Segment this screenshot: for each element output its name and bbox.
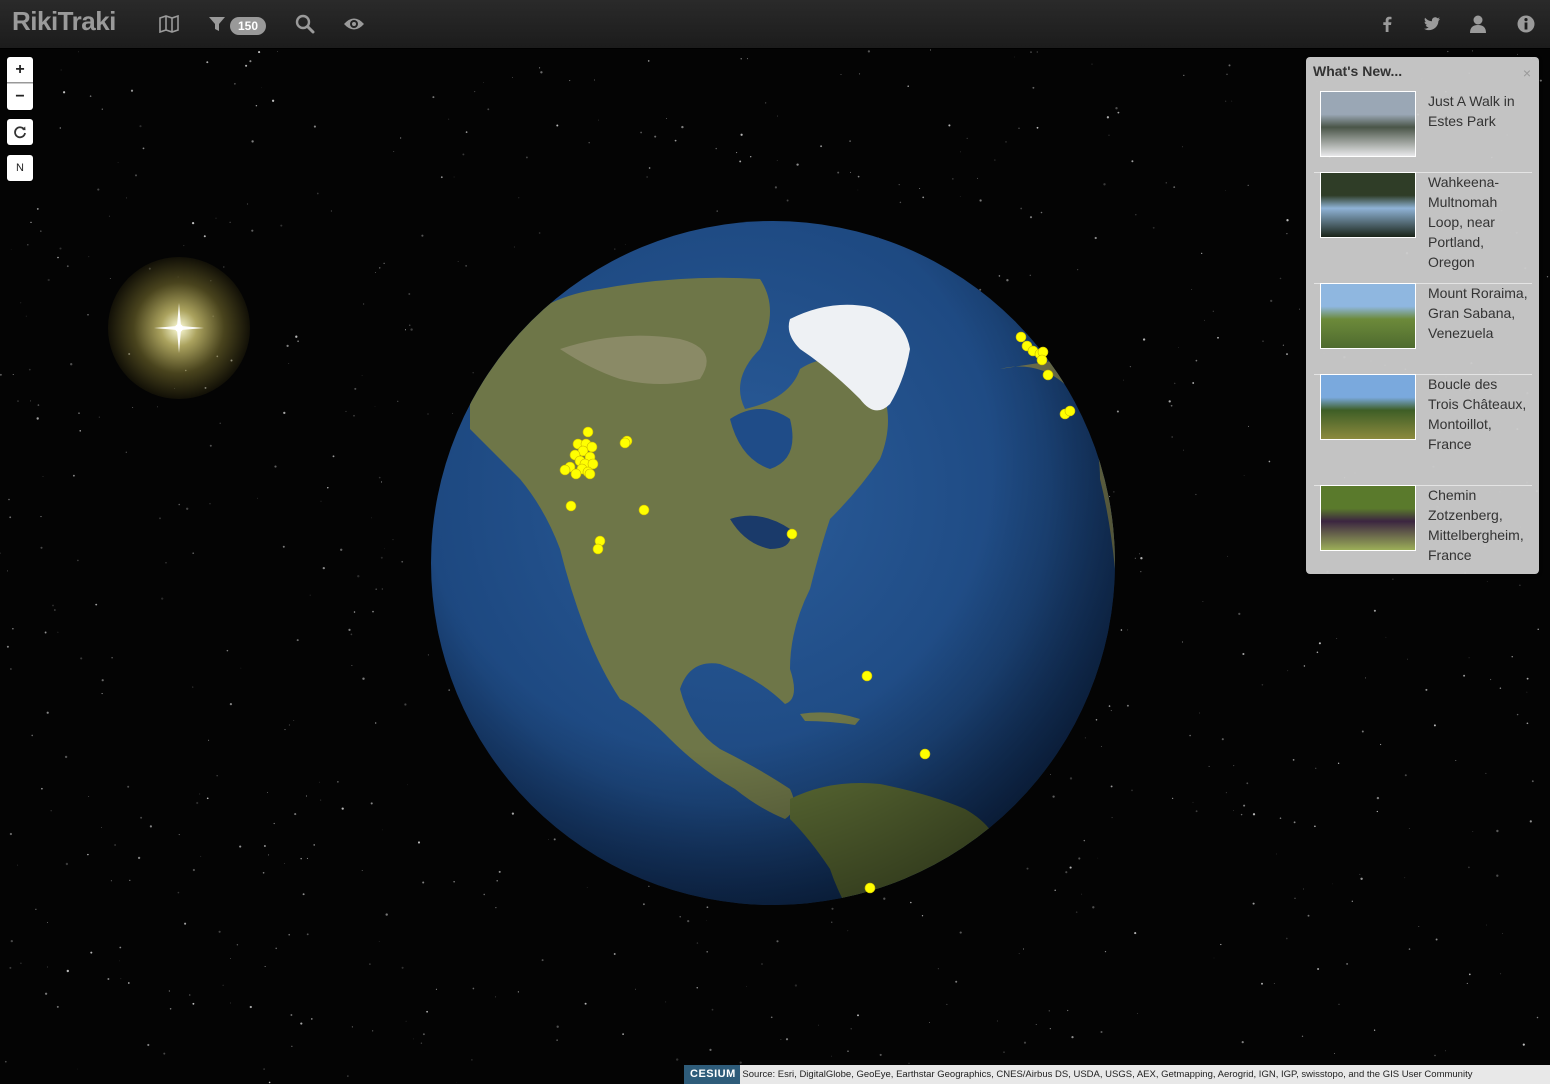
trail-title-link[interactable]: Wahkeena-Multnomah Loop, near Portland, … xyxy=(1428,172,1528,272)
trail-marker[interactable] xyxy=(786,528,798,540)
trail-marker[interactable] xyxy=(1015,331,1027,343)
refresh-icon xyxy=(14,126,26,139)
close-icon[interactable]: × xyxy=(1523,65,1531,81)
trail-thumbnail[interactable] xyxy=(1320,283,1416,349)
attribution-text: Source: Esri, DigitalGlobe, GeoEye, Eart… xyxy=(742,1069,1473,1080)
trail-marker[interactable] xyxy=(570,468,582,480)
zoom-out-button[interactable]: − xyxy=(7,83,33,110)
user-icon[interactable] xyxy=(1466,12,1490,36)
filter-count-badge: 150 xyxy=(230,17,267,35)
facebook-icon[interactable] xyxy=(1375,12,1399,36)
trail-marker[interactable] xyxy=(1042,369,1054,381)
trail-marker[interactable] xyxy=(919,748,931,760)
trail-marker[interactable] xyxy=(619,437,631,449)
trail-marker[interactable] xyxy=(559,464,571,476)
map-attribution: CESIUM Source: Esri, DigitalGlobe, GeoEy… xyxy=(684,1065,1550,1084)
trail-thumbnail[interactable] xyxy=(1320,91,1416,157)
whats-new-item[interactable]: Mount Roraima, Gran Sabana, Venezuela xyxy=(1314,283,1532,375)
trail-title-link[interactable]: Mount Roraima, Gran Sabana, Venezuela xyxy=(1428,283,1528,343)
trail-marker[interactable] xyxy=(582,426,594,438)
trail-title-link[interactable]: Just A Walk in Estes Park xyxy=(1428,91,1528,131)
trail-title-link[interactable]: Chemin Zotzenberg, Mittelbergheim, Franc… xyxy=(1428,485,1528,565)
whats-new-item[interactable]: Boucle des Trois Châteaux, Montoillot, F… xyxy=(1314,374,1532,486)
top-navbar: RikiTraki 150 xyxy=(0,0,1550,49)
eye-icon[interactable] xyxy=(342,12,366,36)
cesium-logo[interactable]: CESIUM xyxy=(684,1065,740,1084)
trail-marker[interactable] xyxy=(861,670,873,682)
zoom-in-button[interactable]: + xyxy=(7,57,33,83)
trail-marker[interactable] xyxy=(1036,354,1048,366)
reset-view-button[interactable] xyxy=(7,119,33,145)
trail-thumbnail[interactable] xyxy=(1320,172,1416,238)
search-icon[interactable] xyxy=(293,12,317,36)
trail-thumbnail[interactable] xyxy=(1320,374,1416,440)
trail-title-link[interactable]: Boucle des Trois Châteaux, Montoillot, F… xyxy=(1428,374,1528,454)
trail-marker[interactable] xyxy=(638,504,650,516)
north-button[interactable]: N xyxy=(7,155,33,181)
trail-marker[interactable] xyxy=(565,500,577,512)
trail-marker[interactable] xyxy=(1064,405,1076,417)
trail-marker[interactable] xyxy=(864,882,876,894)
info-icon[interactable] xyxy=(1514,12,1538,36)
whats-new-title: What's New... xyxy=(1313,63,1403,79)
whats-new-panel: What's New... × Just A Walk in Estes Par… xyxy=(1306,57,1539,574)
filter-icon[interactable] xyxy=(205,12,229,36)
trail-thumbnail[interactable] xyxy=(1320,485,1416,551)
map-icon[interactable] xyxy=(157,12,181,36)
app-brand[interactable]: RikiTraki xyxy=(12,6,116,37)
trail-marker[interactable] xyxy=(584,468,596,480)
whats-new-item[interactable]: Just A Walk in Estes Park xyxy=(1314,91,1532,173)
twitter-icon[interactable] xyxy=(1420,12,1444,36)
trail-marker[interactable] xyxy=(586,441,598,453)
whats-new-item[interactable]: Chemin Zotzenberg, Mittelbergheim, Franc… xyxy=(1314,485,1532,575)
whats-new-item[interactable]: Wahkeena-Multnomah Loop, near Portland, … xyxy=(1314,172,1532,284)
trail-marker[interactable] xyxy=(592,543,604,555)
